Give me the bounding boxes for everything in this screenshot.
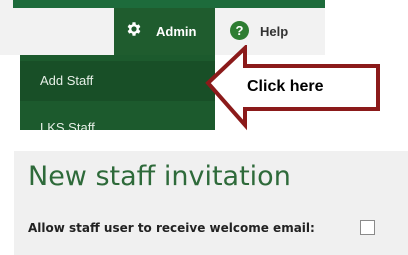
page-title: New staff invitation <box>28 161 291 192</box>
menu-item-label: Add Staff <box>40 73 94 88</box>
menu-item-lks-staff[interactable]: LKS Staff <box>40 120 95 130</box>
admin-label: Admin <box>156 24 197 39</box>
welcome-email-label: Allow staff user to receive welcome emai… <box>28 221 315 235</box>
admin-dropdown-menu: Add Staff LKS Staff <box>20 55 215 130</box>
help-icon: ? <box>230 21 249 40</box>
menu-item-add-staff[interactable]: Add Staff <box>20 61 215 101</box>
help-label: Help <box>260 24 289 39</box>
admin-menu-tab[interactable]: Admin <box>114 8 215 55</box>
gear-icon <box>127 22 141 36</box>
nav-accent-bar <box>13 0 325 8</box>
invitation-panel: New staff invitation Allow staff user to… <box>14 151 408 255</box>
callout-text: Click here <box>247 78 324 95</box>
welcome-email-checkbox[interactable] <box>360 220 375 235</box>
